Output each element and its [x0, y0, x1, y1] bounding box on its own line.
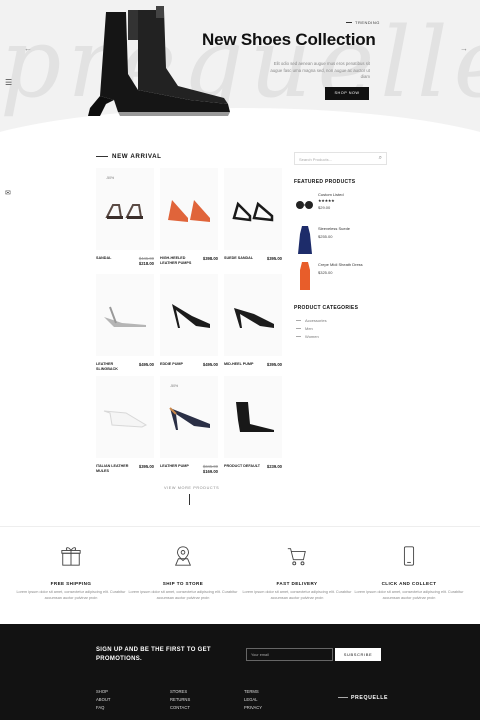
rating-stars: ★★★★★	[318, 198, 335, 203]
product-price: $445.00 $218.00	[138, 256, 154, 266]
hero-boot-image	[88, 6, 230, 116]
footer-link[interactable]: TERMS	[244, 688, 262, 696]
product-name[interactable]: LEATHER SLINGBACK	[96, 362, 132, 371]
product-name[interactable]: PRODUCT DEFAULT	[224, 464, 260, 469]
footer-links-col1: SHOP ABOUT FAQ	[96, 688, 110, 712]
product-price: $495.00	[202, 362, 218, 367]
featured-item[interactable]: Crepe Midi Sheath Dress $325.00	[294, 260, 394, 290]
product-price: $495.00	[138, 362, 154, 367]
gift-icon	[61, 547, 81, 566]
product-name[interactable]: EDDIE PUMP	[160, 362, 196, 367]
product-name[interactable]: ITALIAN LEATHER MULES	[96, 464, 132, 473]
hero-next-arrow[interactable]: →	[460, 44, 468, 53]
product-name[interactable]: SUEDE SANDAL	[224, 256, 260, 261]
view-more-link[interactable]: VIEW MORE PRODUCTS	[164, 486, 219, 490]
feature-ship-to-store: SHIP TO STORE Lorem ipsum dolor sit amet…	[128, 545, 238, 601]
search-icon[interactable]: ⌕	[379, 155, 382, 162]
featured-item[interactable]: Sleeveless Suede $255.00	[294, 224, 394, 254]
footer-link[interactable]: STORES	[170, 688, 190, 696]
footer-links-col3: TERMS LEGAL PRIVACY	[244, 688, 262, 712]
product-image[interactable]	[224, 168, 282, 250]
product-card[interactable]: -50% SANDAL $445.00 $218.00	[96, 168, 154, 266]
product-thumbnail[interactable]	[294, 260, 316, 290]
featured-item[interactable]: Custom Listed ★★★★★ $29.00	[294, 190, 394, 220]
product-price: $398.00	[202, 256, 218, 261]
mail-icon[interactable]: ✉	[5, 189, 11, 197]
product-price: $239.00	[266, 464, 282, 469]
footer-link[interactable]: SHOP	[96, 688, 110, 696]
map-pin-icon	[174, 546, 192, 566]
footer-link[interactable]: ABOUT	[96, 696, 110, 704]
shop-now-button[interactable]: SHOP NOW	[325, 87, 369, 100]
footer-link[interactable]: PRIVACY	[244, 704, 262, 712]
product-price: $395.00	[266, 256, 282, 261]
product-image[interactable]	[160, 168, 218, 250]
footer-links-col2: STORES RETURNS CONTACT	[170, 688, 190, 712]
product-image[interactable]	[96, 376, 154, 458]
phone-icon	[403, 546, 415, 566]
footer-link[interactable]: CONTACT	[170, 704, 190, 712]
section-title: NEW ARRIVAL	[96, 153, 162, 160]
site-footer: SIGN UP AND BE THE FIRST TO GET PROMOTIO…	[0, 624, 480, 720]
product-thumbnail[interactable]	[294, 224, 316, 254]
product-image[interactable]: -50%	[96, 168, 154, 250]
product-card[interactable]: MID-HEEL PUMP $395.00	[224, 274, 282, 367]
featured-products-title: FEATURED PRODUCTS	[294, 179, 356, 185]
sale-badge: -50%	[170, 384, 179, 388]
category-link[interactable]: Accessories	[296, 318, 327, 323]
feature-click-and-collect: CLICK AND COLLECT Lorem ipsum dolor sit …	[354, 545, 464, 601]
product-image[interactable]: -50%	[160, 376, 218, 458]
product-card[interactable]: EDDIE PUMP $495.00	[160, 274, 218, 367]
subscribe-button[interactable]: SUBSCRIBE	[335, 648, 381, 661]
category-link[interactable]: Women	[296, 334, 319, 339]
hero-title: New Shoes Collection	[202, 30, 376, 49]
hero-banner: prequelle ← → TRENDING New Shoes Collect…	[0, 0, 480, 135]
cart-icon	[287, 548, 306, 566]
product-card[interactable]: ITALIAN LEATHER MULES $395.00	[96, 376, 154, 473]
product-name[interactable]: HIGH-HEELED LEATHER PUMPS	[160, 256, 196, 265]
footer-brand[interactable]: PREQUELLE	[338, 695, 388, 701]
product-card[interactable]: -50% LEATHER PUMP $345.00 $169.00	[160, 376, 218, 474]
hero-prev-arrow[interactable]: ←	[24, 44, 32, 53]
product-image[interactable]	[160, 274, 218, 356]
product-price: $345.00 $169.00	[202, 464, 218, 474]
menu-icon[interactable]: ☰	[5, 78, 12, 87]
product-name[interactable]: LEATHER PUMP	[160, 464, 196, 469]
product-name[interactable]: MID-HEEL PUMP	[224, 362, 260, 367]
svg-text:prequelle: prequelle	[0, 8, 480, 119]
hero-description: Elit odio sed aenean augue mus eros pena…	[270, 61, 370, 79]
footer-link[interactable]: FAQ	[96, 704, 110, 712]
search-input[interactable]: Search Products... ⌕	[294, 152, 387, 165]
sale-badge: -50%	[106, 176, 115, 180]
product-price: $395.00	[266, 362, 282, 367]
email-field[interactable]: Your email	[246, 648, 333, 661]
product-card[interactable]: LEATHER SLINGBACK $495.00	[96, 274, 154, 371]
product-price: $395.00	[138, 464, 154, 469]
product-categories-title: PRODUCT CATEGORIES	[294, 305, 359, 311]
footer-link[interactable]: RETURNS	[170, 696, 190, 704]
product-card[interactable]: SUEDE SANDAL $395.00	[224, 168, 282, 261]
feature-fast-delivery: FAST DELIVERY Lorem ipsum dolor sit amet…	[242, 545, 352, 601]
hero-tag: TRENDING	[346, 20, 380, 25]
product-image[interactable]	[224, 376, 282, 458]
signup-heading: SIGN UP AND BE THE FIRST TO GET PROMOTIO…	[96, 647, 211, 662]
feature-free-shipping: FREE SHIPPING Lorem ipsum dolor sit amet…	[16, 545, 126, 601]
product-image[interactable]	[224, 274, 282, 356]
product-image[interactable]	[96, 274, 154, 356]
product-thumbnail[interactable]	[294, 190, 316, 220]
product-name[interactable]: SANDAL	[96, 256, 132, 261]
product-card[interactable]: PRODUCT DEFAULT $239.00	[224, 376, 282, 469]
category-link[interactable]: Men	[296, 326, 313, 331]
footer-link[interactable]: LEGAL	[244, 696, 262, 704]
product-card[interactable]: HIGH-HEELED LEATHER PUMPS $398.00	[160, 168, 218, 265]
